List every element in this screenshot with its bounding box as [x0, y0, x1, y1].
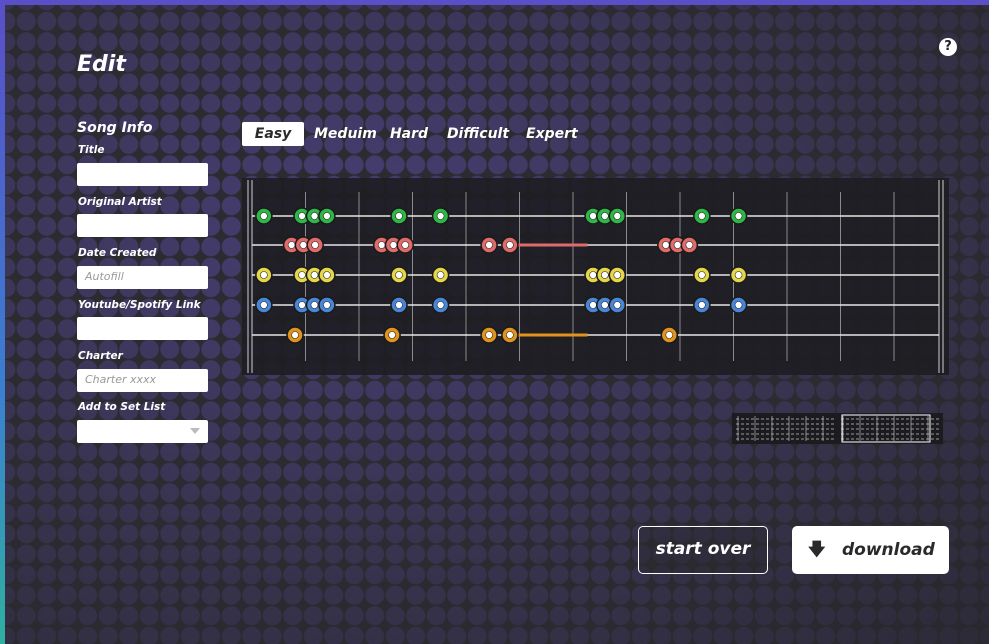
date-created-label: Date Created [78, 247, 157, 259]
original-artist-input[interactable] [77, 214, 208, 237]
title-input[interactable] [77, 163, 208, 186]
note-green-center [698, 212, 706, 220]
note-yellow-center [734, 271, 743, 279]
note-yellow-center [260, 271, 268, 279]
note-yellow-center [601, 271, 609, 279]
page-title: Edit [77, 52, 126, 77]
date-created-input[interactable]: Autofill [77, 266, 208, 289]
note-blue-center [260, 301, 268, 309]
help-icon[interactable]: ? [939, 38, 957, 56]
set-list-select[interactable] [77, 420, 208, 443]
link-input[interactable] [77, 317, 208, 340]
title-label: Title [78, 144, 105, 156]
note-green-center [734, 212, 743, 220]
note-yellow-center [698, 271, 706, 279]
note-red-center [506, 241, 514, 249]
note-red-center [311, 241, 319, 249]
note-blue-center [589, 301, 597, 309]
note-blue-center [436, 301, 445, 309]
download-button[interactable]: 🡇 download [792, 526, 949, 574]
note-green-center [436, 212, 445, 220]
note-blue-center [601, 301, 609, 309]
tab-difficult[interactable]: Difficult [446, 122, 510, 146]
download-arrow-icon: 🡇 [808, 540, 826, 560]
note-orange-center [291, 331, 299, 339]
note-yellow-center [298, 271, 306, 279]
note-blue-center [613, 301, 622, 309]
tab-hard[interactable]: Hard [388, 122, 430, 146]
note-orange-center [388, 331, 396, 339]
note-blue-center [323, 301, 331, 309]
note-green-center [395, 212, 403, 220]
note-yellow-center [613, 271, 622, 279]
tab-easy[interactable]: Easy [242, 122, 304, 146]
note-yellow-center [310, 271, 319, 279]
note-blue-center [698, 301, 706, 309]
charter-label: Charter [78, 350, 123, 362]
note-chart-canvas[interactable] [242, 178, 949, 375]
note-red-center [685, 241, 694, 249]
note-green-center [260, 212, 268, 220]
note-red-center [287, 241, 296, 249]
note-orange-center [485, 331, 493, 339]
song-info-heading: Song Info [77, 120, 153, 136]
original-artist-label: Original Artist [78, 196, 162, 208]
note-chart[interactable] [242, 178, 949, 375]
download-label: download [842, 540, 935, 560]
note-yellow-center [589, 271, 597, 279]
chart-minimap[interactable] [732, 413, 943, 444]
note-green-center [589, 212, 597, 220]
charter-input[interactable]: Charter xxxx [77, 369, 208, 392]
note-blue-center [734, 301, 743, 309]
song-info-panel: Song Info [77, 120, 209, 138]
note-red-center [377, 241, 386, 249]
note-green-center [613, 212, 622, 220]
note-green-center [298, 212, 306, 220]
note-blue-center [310, 301, 319, 309]
set-list-label: Add to Set List [78, 401, 166, 413]
note-red-center [673, 241, 682, 249]
tab-expert[interactable]: Expert [526, 122, 578, 146]
tab-meduim[interactable]: Meduim [314, 122, 377, 146]
chevron-down-icon [190, 428, 200, 434]
note-yellow-center [436, 271, 445, 279]
note-red-center [661, 241, 670, 249]
note-orange-center [506, 331, 514, 339]
note-red-center [299, 241, 308, 249]
minimap-canvas[interactable] [732, 413, 943, 444]
note-red-center [401, 241, 410, 249]
link-label: Youtube/Spotify Link [78, 299, 201, 311]
note-blue-center [298, 301, 306, 309]
note-red-center [389, 241, 398, 249]
note-yellow-center [323, 271, 331, 279]
note-orange-center [665, 331, 674, 339]
note-green-center [601, 212, 609, 220]
note-blue-center [395, 301, 403, 309]
note-green-center [323, 212, 331, 220]
start-over-button[interactable]: start over [638, 526, 768, 574]
note-green-center [310, 212, 319, 220]
note-yellow-center [395, 271, 403, 279]
note-red-center [485, 241, 493, 249]
